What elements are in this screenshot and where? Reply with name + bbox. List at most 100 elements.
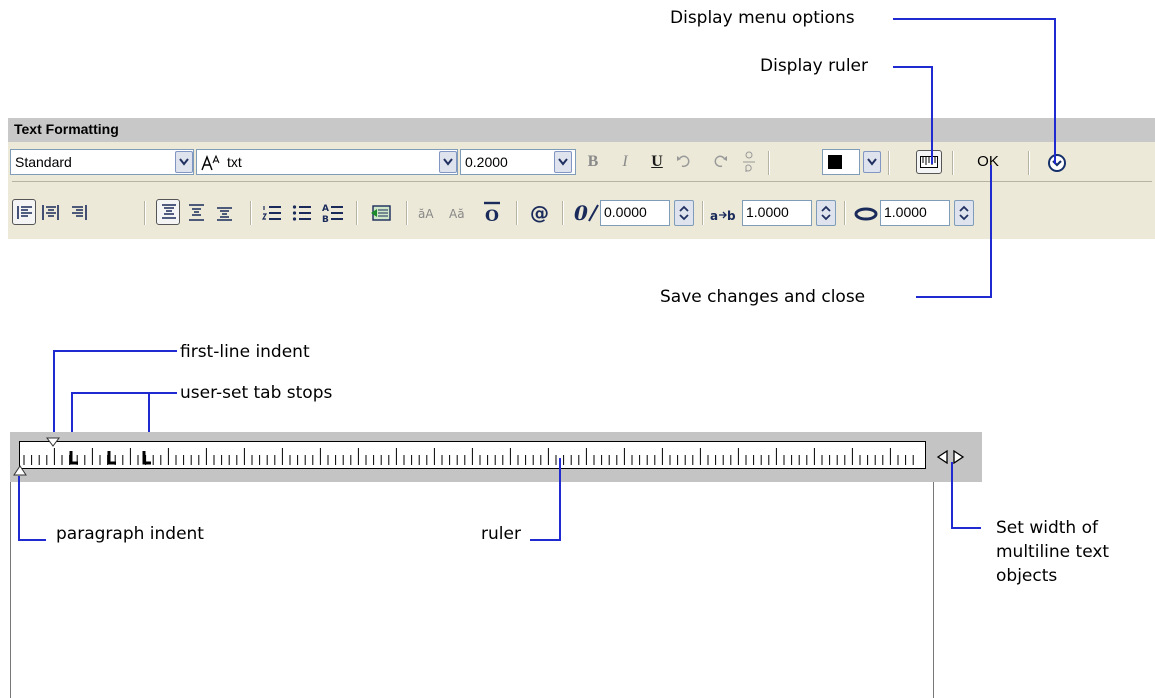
- callout-line: [990, 165, 992, 298]
- tracking-icon: a b: [710, 209, 736, 223]
- toolbar-separator: [356, 201, 358, 225]
- align-left-icon: [17, 206, 32, 219]
- chevron-down-icon: [558, 158, 568, 166]
- callout-line: [893, 18, 1056, 20]
- oblique-angle-field[interactable]: 0.0000: [600, 200, 670, 226]
- toolbar-separator: [952, 151, 954, 175]
- callout-line: [1054, 18, 1056, 164]
- callout-display-menu-options: Display menu options: [670, 8, 855, 28]
- font-glyph-icon: [201, 154, 220, 171]
- svg-text:A: A: [322, 204, 329, 214]
- width-factor-spinner[interactable]: [954, 200, 974, 226]
- svg-text:0: 0: [574, 201, 588, 225]
- callout-user-tab-stops: user-set tab stops: [180, 383, 333, 403]
- lettered-list-icon[interactable]: A B: [322, 202, 344, 224]
- toolbar-separator: [768, 151, 770, 175]
- redo-icon[interactable]: [710, 155, 728, 169]
- set-width-arrows-icon[interactable]: [936, 450, 970, 464]
- svg-text:Aă: Aă: [449, 207, 465, 221]
- tracking-spinner[interactable]: [816, 200, 836, 226]
- width-factor-field[interactable]: 1.0000: [880, 200, 950, 226]
- color-swatch: [828, 155, 842, 169]
- callout-set-width-line-2: multiline text: [996, 542, 1110, 562]
- chevron-down-icon: [179, 158, 189, 166]
- mtext-editor-area[interactable]: [10, 482, 934, 698]
- numbered-list-icon[interactable]: [262, 203, 282, 223]
- toolbar-separator: [844, 201, 846, 225]
- callout-display-ruler: Display ruler: [760, 56, 869, 76]
- font-dropdown-button[interactable]: [439, 151, 457, 173]
- callout-set-width: Set width of multiline text objects: [996, 516, 1109, 588]
- oblique-angle-spinner[interactable]: [674, 200, 694, 226]
- style-value: Standard: [15, 154, 72, 170]
- underline-button[interactable]: U: [646, 148, 668, 176]
- insert-field-icon[interactable]: [370, 203, 392, 223]
- bold-button[interactable]: B: [582, 148, 604, 176]
- font-combo[interactable]: txt: [196, 149, 458, 175]
- svg-text:B: B: [322, 215, 329, 224]
- callout-line: [18, 539, 46, 541]
- row-separator: [12, 181, 1152, 182]
- overline-icon[interactable]: O: [482, 200, 502, 224]
- font-value: txt: [227, 154, 242, 170]
- symbol-icon[interactable]: @: [530, 201, 552, 223]
- spinner-arrows-icon: [821, 205, 831, 221]
- callout-line: [893, 66, 933, 68]
- callout-line: [916, 296, 992, 298]
- toolbar-separator: [406, 201, 408, 225]
- tab-stop-icon[interactable]: [142, 451, 151, 465]
- callout-paragraph-indent: paragraph indent: [56, 524, 204, 544]
- ruler-ticks: [23, 448, 914, 465]
- text-height-value: 0.2000: [465, 154, 508, 170]
- toolbar-separator: [144, 201, 146, 225]
- toolbar-separator: [250, 201, 252, 225]
- align-left-button[interactable]: [12, 199, 36, 225]
- color-dropdown-button[interactable]: [863, 151, 881, 173]
- callout-line: [951, 527, 981, 529]
- toolbar-title-bar: Text Formatting: [8, 117, 1155, 142]
- undo-icon[interactable]: [676, 155, 694, 169]
- toolbar-separator: [1028, 151, 1030, 175]
- ruler[interactable]: [19, 441, 926, 469]
- lowercase-icon[interactable]: Aă: [449, 205, 473, 221]
- style-dropdown-button[interactable]: [175, 151, 193, 173]
- align-right-icon[interactable]: [70, 204, 88, 222]
- spinner-arrows-icon: [679, 205, 689, 221]
- svg-text:a: a: [710, 209, 718, 223]
- align-center-icon[interactable]: [42, 204, 60, 222]
- paragraph-indent-marker-icon[interactable]: [13, 465, 27, 476]
- callout-first-line-indent: first-line indent: [180, 342, 310, 362]
- italic-button[interactable]: I: [614, 148, 636, 176]
- toolbar-separator: [516, 201, 518, 225]
- svg-text:O: O: [485, 206, 499, 224]
- callout-line: [931, 66, 933, 164]
- toolbar-separator: [888, 151, 890, 175]
- callout-set-width-line-3: objects: [996, 566, 1058, 586]
- ok-button[interactable]: OK: [971, 148, 1005, 176]
- text-formatting-toolbar: Text Formatting Standard txt 0.2000 B I …: [8, 117, 1155, 239]
- color-combo[interactable]: [822, 149, 860, 175]
- tracking-field[interactable]: 1.0000: [742, 200, 812, 226]
- align-middle-icon[interactable]: [188, 204, 206, 222]
- display-ruler-button[interactable]: [916, 150, 942, 174]
- style-combo[interactable]: Standard: [10, 149, 194, 175]
- svg-text:ăA: ăA: [418, 207, 434, 221]
- bulleted-list-icon[interactable]: [292, 203, 312, 223]
- toolbar-separator: [702, 201, 704, 225]
- chevron-down-icon: [867, 158, 877, 166]
- width-factor-icon: [854, 207, 878, 221]
- svg-text:@: @: [530, 202, 549, 223]
- align-top-button[interactable]: [156, 199, 180, 225]
- align-top-icon: [162, 204, 176, 219]
- align-bottom-icon[interactable]: [216, 204, 234, 222]
- callout-set-width-line-1: Set width of: [996, 518, 1098, 538]
- uppercase-icon[interactable]: ăA: [418, 205, 442, 221]
- stack-icon[interactable]: [742, 150, 756, 174]
- callout-line: [530, 539, 561, 541]
- options-menu-icon[interactable]: [1047, 153, 1067, 173]
- first-line-indent-marker-icon[interactable]: [46, 437, 60, 447]
- oblique-angle-icon: 0: [574, 201, 599, 225]
- svg-text:b: b: [727, 209, 736, 223]
- callout-line: [53, 350, 55, 436]
- height-dropdown-button[interactable]: [554, 151, 572, 173]
